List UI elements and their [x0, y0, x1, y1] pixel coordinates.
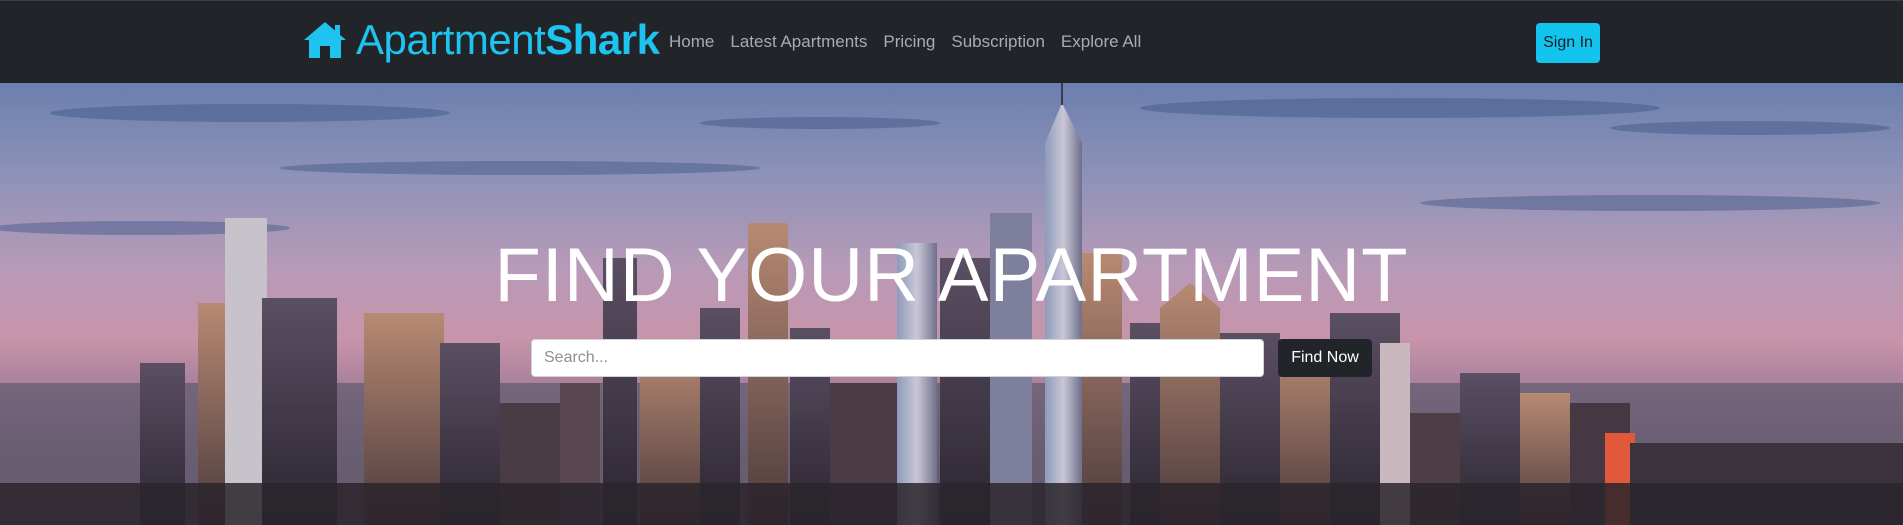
- main-nav: Home Latest Apartments Pricing Subscript…: [669, 29, 1157, 55]
- hero-title: FIND YOUR APARTMENT: [494, 233, 1409, 318]
- top-navbar: ApartmentShark Home Latest Apartments Pr…: [0, 0, 1903, 83]
- home-icon: [304, 22, 346, 58]
- nav-link-home[interactable]: Home: [669, 29, 714, 55]
- nav-link-explore-all[interactable]: Explore All: [1061, 29, 1141, 55]
- nav-link-subscription[interactable]: Subscription: [951, 29, 1045, 55]
- search-input[interactable]: [531, 339, 1264, 377]
- brand-name-bold: Shark: [545, 16, 660, 63]
- sign-in-button[interactable]: Sign In: [1536, 23, 1600, 63]
- hero-section: FIND YOUR APARTMENT Find Now: [0, 83, 1903, 525]
- brand-logo-link[interactable]: ApartmentShark: [302, 15, 660, 65]
- nav-link-pricing[interactable]: Pricing: [883, 29, 935, 55]
- nav-link-latest-apartments[interactable]: Latest Apartments: [730, 29, 867, 55]
- find-now-button[interactable]: Find Now: [1278, 339, 1372, 377]
- brand-name: ApartmentShark: [356, 15, 660, 65]
- brand-name-light: Apartment: [356, 16, 546, 63]
